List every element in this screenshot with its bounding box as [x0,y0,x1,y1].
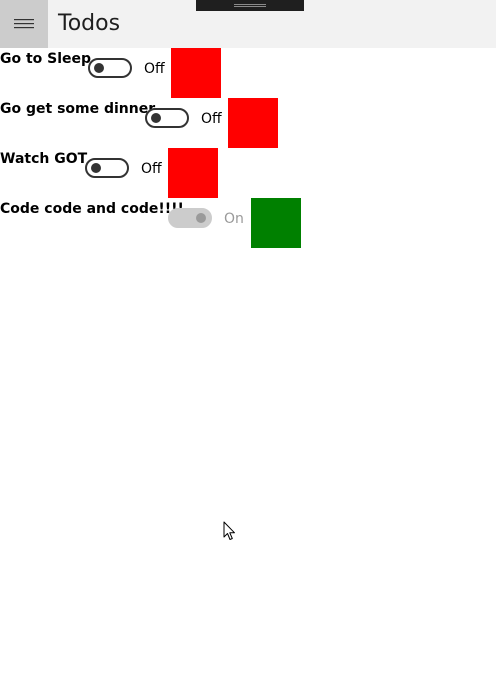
window-drag-handle[interactable] [196,0,304,11]
hamburger-icon [14,19,34,29]
toggle-knob [151,113,161,123]
todo-toggle-switch[interactable] [88,58,132,78]
todo-toggle-switch[interactable] [145,108,189,128]
toggle-state-label: Off [141,161,162,177]
hamburger-menu-button[interactable] [0,0,48,48]
todo-item: Go to Sleep Off [0,48,221,98]
todo-title: Watch GOT [0,151,88,167]
toggle-state-label: On [224,211,244,227]
todo-title: Go to Sleep [0,51,92,67]
app-title: Todos [58,11,121,36]
todo-item: Code code and code!!!! On [0,198,301,248]
todo-item: Watch GOT Off [0,148,218,198]
toggle-state-label: Off [144,61,165,77]
todo-title: Code code and code!!!! [0,201,184,217]
toggle-knob [196,213,206,223]
status-color-swatch [251,198,301,248]
status-color-swatch [228,98,278,148]
toggle-knob [91,163,101,173]
todo-item: Go get some dinner Off [0,98,278,148]
grip-line [234,6,266,7]
grip-line [234,4,266,5]
mouse-cursor-icon [223,521,235,540]
status-color-swatch [171,48,221,98]
todo-toggle-switch[interactable] [85,158,129,178]
toggle-state-label: Off [201,111,222,127]
todos-app-window: Todos Go to Sleep Off Go get some dinner… [0,0,496,676]
todo-toggle-switch[interactable] [168,208,212,228]
toggle-knob [94,63,104,73]
todo-title: Go get some dinner [0,101,156,117]
status-color-swatch [168,148,218,198]
